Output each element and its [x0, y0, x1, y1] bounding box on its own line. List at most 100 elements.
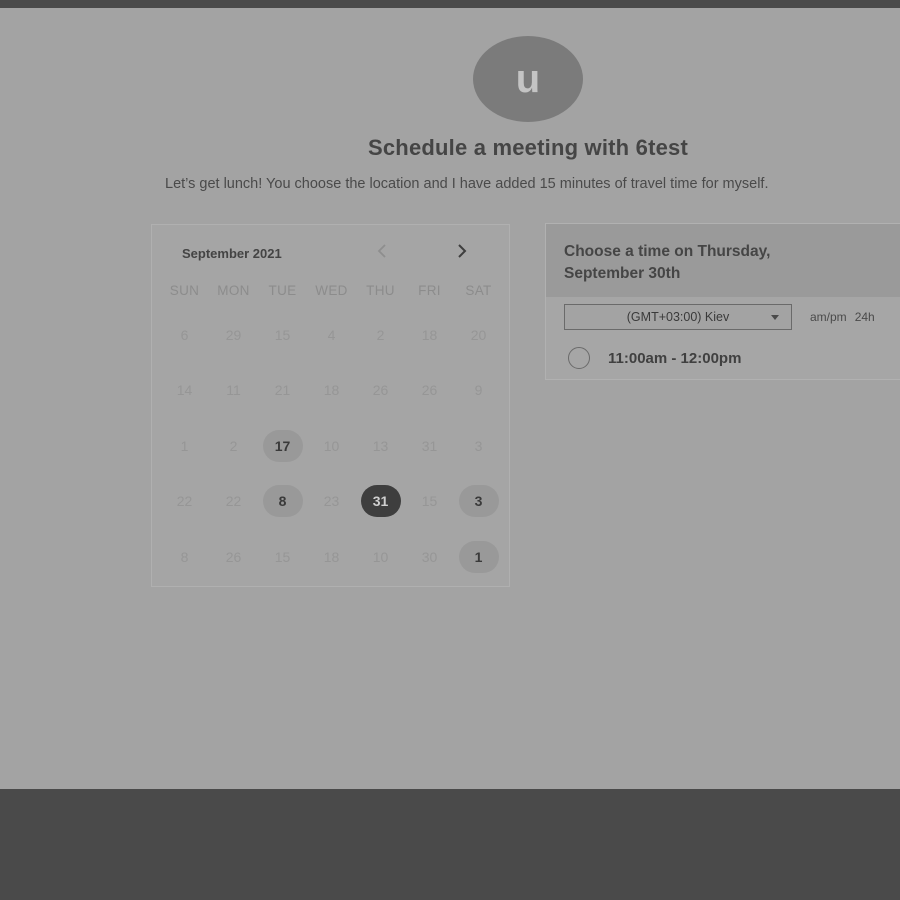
calendar-day: 2 [229, 437, 238, 454]
calendar-day: 11 [226, 382, 241, 399]
calendar: September 2021 SUN MON TUE WED THU FRI S… [151, 224, 510, 587]
timezone-select[interactable]: (GMT+03:00) Kiev [564, 304, 792, 330]
calendar-day-cell: 3 [454, 474, 503, 530]
calendar-day: 2 [376, 326, 385, 343]
format-ampm-option[interactable]: am/pm [810, 310, 847, 324]
calendar-day: 31 [421, 437, 438, 454]
time-panel: Choose a time on Thursday, September 30t… [545, 223, 900, 380]
calendar-day-cell: 20 [454, 307, 503, 363]
calendar-day-cell: 1 [160, 418, 209, 474]
calendar-day-selected[interactable]: 31 [360, 485, 401, 518]
weekday-header: SUN MON TUE WED THU FRI SAT [160, 283, 503, 298]
calendar-day: 20 [470, 326, 487, 343]
calendar-day: 21 [274, 382, 291, 399]
avatar-letter: u [515, 56, 541, 101]
time-slot[interactable]: 11:00am - 12:00pm [568, 347, 741, 369]
calendar-day-cell: 2 [356, 307, 405, 363]
time-slot-radio[interactable] [568, 347, 590, 369]
calendar-day-cell: 30 [405, 529, 454, 585]
calendar-day-cell: 22 [209, 474, 258, 530]
calendar-day: 18 [323, 548, 340, 565]
calendar-day-cell: 10 [307, 418, 356, 474]
calendar-month-label: September 2021 [182, 246, 282, 261]
calendar-day: 30 [421, 548, 438, 565]
calendar-day-available[interactable]: 8 [262, 485, 303, 518]
calendar-grid: 6 29 15 4 2 18 20 14 11 21 18 26 26 9 1 2 17 10 13 31 3 22 22 8… [160, 307, 503, 585]
timezone-value: (GMT+03:00) Kiev [626, 310, 730, 324]
weekday-label: MON [217, 283, 250, 298]
avatar: u [473, 36, 583, 122]
top-strip [0, 0, 900, 8]
calendar-day: 15 [421, 493, 438, 510]
calendar-day-cell: 9 [454, 363, 503, 419]
calendar-day-cell: 4 [307, 307, 356, 363]
next-month-button[interactable] [451, 239, 473, 263]
calendar-day-cell: 8 [160, 529, 209, 585]
calendar-day-available[interactable]: 3 [458, 485, 499, 518]
time-panel-title: Choose a time on Thursday, September 30t… [564, 243, 771, 282]
calendar-day-cell: 3 [454, 418, 503, 474]
calendar-day: 6 [180, 326, 189, 343]
calendar-day: 26 [421, 382, 438, 399]
format-24h-option[interactable]: 24h [855, 310, 875, 324]
scheduling-page: u Schedule a meeting with 6test Let’s ge… [0, 8, 900, 789]
calendar-day-cell: 15 [405, 474, 454, 530]
calendar-day-cell: 10 [356, 529, 405, 585]
calendar-day: 23 [323, 493, 340, 510]
calendar-day-cell: 11 [209, 363, 258, 419]
calendar-day-available[interactable]: 1 [458, 540, 499, 573]
calendar-day: 26 [225, 548, 242, 565]
calendar-week-row: 1 2 17 10 13 31 3 [160, 418, 503, 474]
calendar-day: 9 [474, 382, 483, 399]
weekday-label: FRI [418, 283, 441, 298]
calendar-day: 13 [372, 437, 389, 454]
calendar-day-cell: 22 [160, 474, 209, 530]
calendar-day: 18 [323, 382, 340, 399]
calendar-day: 29 [225, 326, 242, 343]
weekday-label: TUE [268, 283, 297, 298]
calendar-day: 15 [274, 326, 291, 343]
calendar-day-cell: 26 [356, 363, 405, 419]
calendar-day-cell: 15 [258, 307, 307, 363]
page-title: Schedule a meeting with 6test [368, 135, 688, 160]
calendar-day: 1 [180, 437, 189, 454]
weekday-label: THU [366, 283, 395, 298]
calendar-day-cell: 18 [307, 529, 356, 585]
weekday-label: SUN [169, 283, 200, 298]
time-format-toggle: am/pm 24h [810, 310, 875, 324]
calendar-day-cell: 23 [307, 474, 356, 530]
calendar-day-cell: 13 [356, 418, 405, 474]
bottom-area [0, 789, 900, 900]
calendar-day-available[interactable]: 17 [262, 429, 303, 462]
calendar-day-cell: 26 [405, 363, 454, 419]
calendar-day: 18 [421, 326, 438, 343]
calendar-day-cell: 18 [307, 363, 356, 419]
calendar-day-cell: 26 [209, 529, 258, 585]
calendar-week-row: 8 26 15 18 10 30 1 [160, 529, 503, 585]
calendar-day-cell: 17 [258, 418, 307, 474]
calendar-day-cell: 31 [405, 418, 454, 474]
calendar-day-cell: 21 [258, 363, 307, 419]
calendar-day: 3 [474, 437, 483, 454]
time-slot-label: 11:00am - 12:00pm [608, 349, 742, 367]
caret-down-icon [771, 315, 779, 320]
calendar-day-cell: 8 [258, 474, 307, 530]
calendar-day-cell: 2 [209, 418, 258, 474]
calendar-week-row: 14 11 21 18 26 26 9 [160, 363, 503, 419]
time-panel-header: Choose a time on Thursday, September 30t… [546, 224, 900, 297]
chevron-right-icon [458, 244, 467, 258]
chevron-left-icon [377, 244, 386, 258]
calendar-week-row: 22 22 8 23 31 15 3 [160, 474, 503, 530]
calendar-day: 22 [176, 493, 193, 510]
calendar-day-cell: 1 [454, 529, 503, 585]
calendar-day-cell: 14 [160, 363, 209, 419]
calendar-day: 26 [372, 382, 389, 399]
calendar-day-cell: 6 [160, 307, 209, 363]
calendar-day: 22 [225, 493, 242, 510]
calendar-day: 10 [323, 437, 340, 454]
weekday-label: SAT [465, 283, 492, 298]
calendar-day-cell: 29 [209, 307, 258, 363]
prev-month-button[interactable] [371, 239, 393, 263]
calendar-day: 8 [180, 548, 189, 565]
calendar-day-cell: 15 [258, 529, 307, 585]
